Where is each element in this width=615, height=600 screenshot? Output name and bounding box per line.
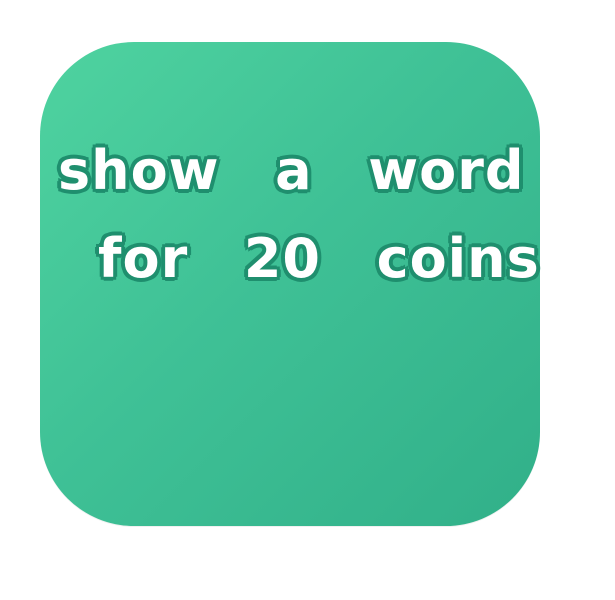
hint-screen: show a word for 20 coins <box>0 0 615 600</box>
show-word-hint-button[interactable] <box>40 42 540 526</box>
